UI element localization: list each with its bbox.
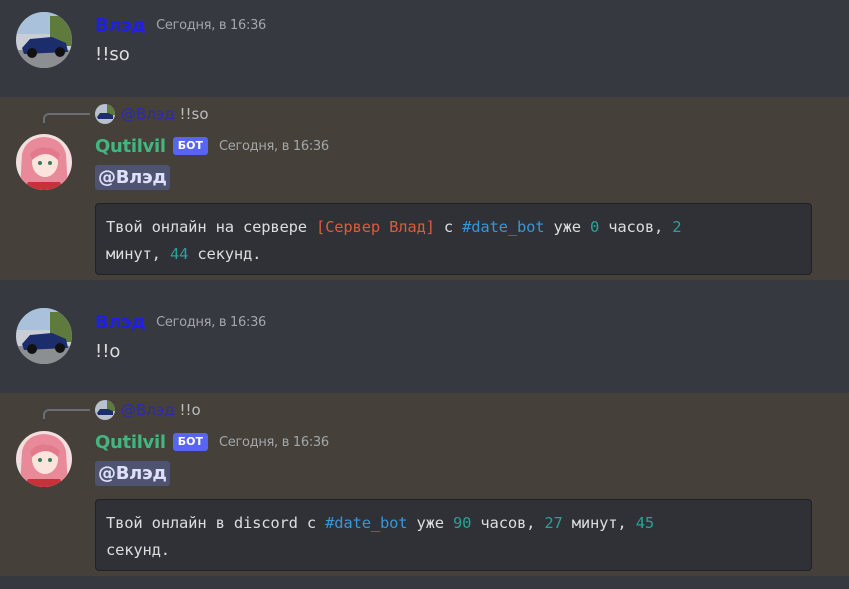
bot-username[interactable]: Qutilvil xyxy=(95,432,166,453)
code-block: Твой онлайн на сервере [Сервер Влад] с #… xyxy=(95,203,812,275)
code-text: минут, xyxy=(562,514,636,532)
message-header: Влэд Сегодня, в 16:36 xyxy=(95,12,266,38)
username[interactable]: Влэд xyxy=(95,15,146,36)
message-content: !!so xyxy=(95,44,130,65)
reply-connector xyxy=(43,113,90,123)
code-minutes: 27 xyxy=(544,514,563,532)
code-text: секунд. xyxy=(188,245,262,263)
code-hours: 0 xyxy=(590,218,600,236)
timestamp: Сегодня, в 16:36 xyxy=(156,314,267,330)
code-text: уже xyxy=(544,218,591,236)
code-seconds: 44 xyxy=(169,245,189,263)
reply-reference[interactable]: @Влэд !!o xyxy=(95,400,201,420)
code-seconds: 45 xyxy=(635,514,654,532)
user-mention[interactable]: @Влэд xyxy=(95,165,170,190)
user-mention[interactable]: @Влэд xyxy=(95,461,170,486)
code-block: Твой онлайн в discord с #date_bot уже 90… xyxy=(95,499,812,571)
username[interactable]: Влэд xyxy=(95,312,146,333)
message-user: Влэд Сегодня, в 16:36 !!o xyxy=(0,280,849,393)
code-text: часов, xyxy=(471,514,545,532)
bot-avatar[interactable] xyxy=(16,134,72,190)
code-text: секунд. xyxy=(106,541,170,559)
timestamp: Сегодня, в 16:36 xyxy=(218,434,329,450)
timestamp: Сегодня, в 16:36 xyxy=(156,17,267,33)
code-text: часов, xyxy=(599,218,673,236)
user-avatar[interactable] xyxy=(16,308,72,364)
reply-author: @Влэд xyxy=(121,105,175,123)
message-header: Влэд Сегодня, в 16:36 xyxy=(95,309,266,335)
reply-avatar xyxy=(95,400,115,420)
code-text: минут, xyxy=(106,245,170,263)
bot-avatar[interactable] xyxy=(16,431,72,487)
code-channel-tag: #date_bot xyxy=(325,514,408,532)
code-hours: 90 xyxy=(453,514,472,532)
code-text: Твой онлайн на сервере xyxy=(106,218,317,236)
code-text: с xyxy=(434,218,463,236)
reply-text: !!so xyxy=(179,105,209,123)
message-header: Qutilvil БОТ Сегодня, в 16:36 xyxy=(95,429,329,455)
reply-reference[interactable]: @Влэд !!so xyxy=(95,104,209,124)
reply-connector xyxy=(43,409,90,419)
message-bot: @Влэд !!so Qutilvil БОТ Сегодня, в 16:36… xyxy=(0,97,849,280)
message-bot: @Влэд !!o Qutilvil БОТ Сегодня, в 16:36 … xyxy=(0,393,849,576)
code-server-name: [Сервер Влад] xyxy=(316,218,435,236)
reply-avatar xyxy=(95,104,115,124)
message-header: Qutilvil БОТ Сегодня, в 16:36 xyxy=(95,133,329,159)
code-channel-tag: #date_bot xyxy=(462,218,545,236)
chat-messages: Влэд Сегодня, в 16:36 !!so @Влэд !!so Qu… xyxy=(0,0,849,589)
code-minutes: 2 xyxy=(672,218,682,236)
reply-author: @Влэд xyxy=(121,401,175,419)
timestamp: Сегодня, в 16:36 xyxy=(218,138,329,154)
bot-tag: БОТ xyxy=(172,137,208,155)
reply-text: !!o xyxy=(179,401,201,419)
code-text: уже xyxy=(407,514,454,532)
user-avatar[interactable] xyxy=(16,12,72,68)
message-content: !!o xyxy=(95,341,121,362)
bot-tag: БОТ xyxy=(172,433,208,451)
message-user: Влэд Сегодня, в 16:36 !!so xyxy=(0,0,849,97)
code-text: Твой онлайн в discord с xyxy=(106,514,326,532)
bot-username[interactable]: Qutilvil xyxy=(95,136,166,157)
